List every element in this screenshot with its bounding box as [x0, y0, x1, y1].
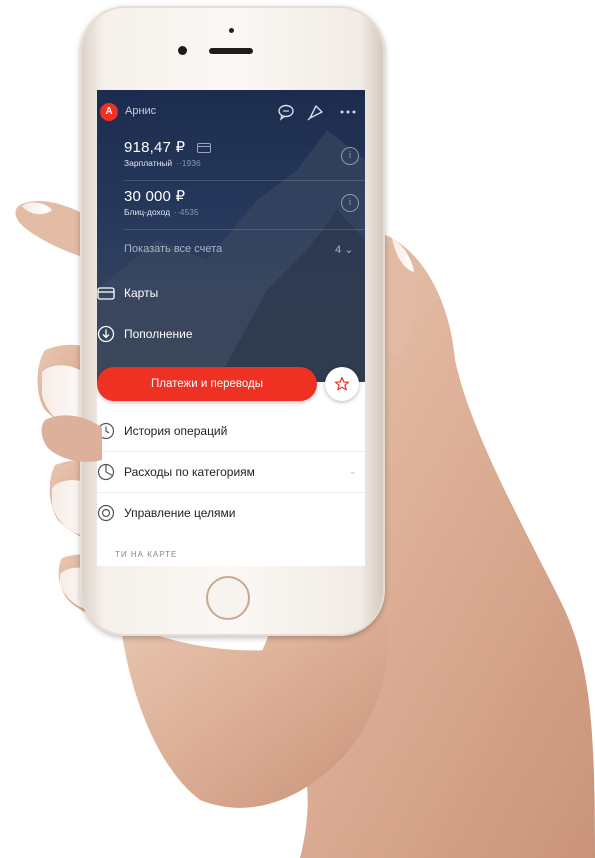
earpiece-speaker — [209, 48, 253, 54]
account-card[interactable]: 918,47 ₽ Зарплатный ··1936 — [124, 138, 201, 168]
account-number: ··1936 — [176, 158, 201, 168]
accounts-hero: А Арнис 918,47 ₽ Зарплатный ··1936 i 30 … — [97, 90, 365, 382]
notifications-icon[interactable] — [305, 101, 327, 123]
accounts-count[interactable]: 4 ⌄ — [335, 243, 353, 256]
proximity-sensor — [229, 28, 234, 33]
account-amount: 918,47 ₽ — [124, 139, 186, 156]
divider — [124, 229, 365, 230]
account-title: Зарплатный — [124, 158, 173, 168]
section-header: ТИ НА КАРТЕ — [115, 550, 178, 559]
top-bar: А Арнис — [97, 90, 365, 126]
accounts-count-value: 4 — [335, 244, 342, 256]
home-button[interactable] — [206, 576, 250, 620]
star-icon — [334, 376, 350, 391]
list-item-label: История операций — [124, 424, 228, 438]
account-card[interactable]: 30 000 ₽ Блиц-доход ··4535 — [124, 187, 199, 217]
menu-item-label: Пополнение — [124, 327, 193, 341]
chevron-down-icon: ⌄ — [344, 244, 354, 256]
card-icon — [97, 287, 115, 300]
list-item-goals[interactable]: Управление целями — [97, 493, 365, 533]
menu-item-cards[interactable]: Карты — [97, 278, 365, 308]
user-name[interactable]: Арнис — [125, 105, 156, 117]
phone-frame: А Арнис 918,47 ₽ Зарплатный ··1936 i 30 … — [80, 6, 385, 636]
menu-item-top-up[interactable]: Пополнение — [97, 319, 365, 349]
more-icon[interactable] — [337, 101, 359, 123]
app-screen: А Арнис 918,47 ₽ Зарплатный ··1936 i 30 … — [97, 90, 365, 566]
show-all-accounts-link[interactable]: Показать все счета — [124, 243, 222, 255]
account-number: ··4535 — [174, 207, 199, 217]
list-item-history[interactable]: История операций — [97, 411, 365, 452]
account-info-icon[interactable]: i — [341, 147, 359, 165]
list-item-label: Расходы по категориям — [124, 465, 255, 479]
download-icon — [97, 325, 115, 343]
card-small-icon — [197, 143, 211, 153]
chat-icon[interactable] — [275, 101, 297, 123]
account-info-icon[interactable]: i — [341, 194, 359, 212]
front-camera — [178, 46, 187, 55]
target-icon — [97, 504, 115, 522]
menu-item-label: Карты — [124, 286, 159, 300]
account-name: Блиц-доход ··4535 — [124, 207, 199, 217]
chevron-down-icon: ⌄ — [349, 466, 357, 476]
list-item-expenses[interactable]: Расходы по категориям ⌄ — [97, 452, 365, 493]
divider — [124, 180, 365, 181]
bank-logo: А — [100, 103, 118, 121]
payments-button[interactable]: Платежи и переводы — [97, 367, 317, 401]
list-item-label: Управление целями — [124, 506, 236, 520]
finger-overlay — [41, 415, 102, 462]
favorites-button[interactable] — [325, 367, 359, 401]
account-title: Блиц-доход — [124, 207, 171, 217]
account-name: Зарплатный ··1936 — [124, 158, 201, 168]
account-amount: 30 000 ₽ — [124, 188, 186, 205]
